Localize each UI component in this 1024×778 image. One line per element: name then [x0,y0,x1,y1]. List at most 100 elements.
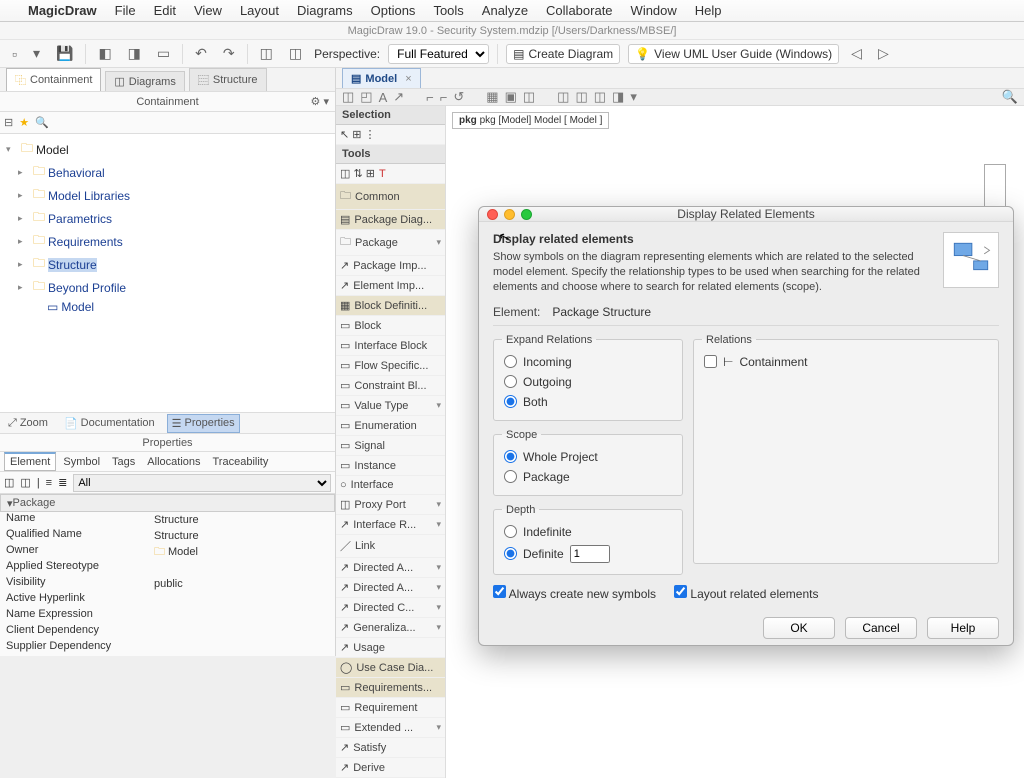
tab-documentation[interactable]: 📄Documentation [60,415,159,432]
palette-item[interactable]: ▭Enumeration [336,416,445,436]
prop-value[interactable] [150,608,335,624]
prop-value[interactable]: Structure [150,512,335,528]
prop-value[interactable]: public [150,576,335,592]
radio-outgoing[interactable]: Outgoing [502,372,674,392]
expand-icon[interactable]: ▸ [18,259,30,270]
palette-item[interactable]: ○Interface [336,476,445,495]
palette-item[interactable]: ▭Block [336,316,445,336]
radio-incoming[interactable]: Incoming [502,352,674,372]
palette-item[interactable]: ▭Flow Specific... [336,356,445,376]
palette-item[interactable]: ◯Use Case Dia... [336,658,445,678]
prop-tab-traceability[interactable]: Traceability [208,454,274,470]
palette-item[interactable]: ▭Requirement [336,698,445,718]
prop-value[interactable] [150,560,335,576]
app-name[interactable]: MagicDraw [28,3,97,18]
prop-icon[interactable]: | [37,477,40,489]
prop-tab-element[interactable]: Element [4,452,56,471]
prop-value[interactable] [150,592,335,608]
prop-icon[interactable]: ◫ [4,476,14,489]
tab-containment[interactable]: ⿻Containment [6,68,101,91]
prop-tab-allocations[interactable]: Allocations [142,454,205,470]
palette-item[interactable]: ↗Satisfy [336,738,445,758]
search-icon[interactable]: 🔍 [1002,89,1018,105]
palette-item[interactable]: ↗Directed A...▾ [336,558,445,578]
undo-icon[interactable]: ↶ [191,43,211,64]
dialog-titlebar[interactable]: Display Related Elements [479,207,1013,222]
prop-value[interactable]: Structure [150,528,335,544]
tool-icon[interactable]: ◫ [256,43,277,64]
expand-icon[interactable]: ▸ [18,236,30,247]
tool-icon[interactable]: ▣ [505,89,517,105]
redo-icon[interactable]: ↷ [219,43,239,64]
tool-icon[interactable]: ◫ [342,89,354,105]
palette-item[interactable]: ↗Directed A...▾ [336,578,445,598]
palette-item[interactable]: ▦Block Definiti... [336,296,445,316]
star-icon[interactable]: ★ [19,116,29,129]
perspective-select[interactable]: Full Featured [388,44,489,64]
tree-node-model[interactable]: Model [36,143,69,157]
tool-icon[interactable]: ▭ [153,43,174,64]
diagram-tab-model[interactable]: ▤Model× [342,68,421,88]
palette-item[interactable]: ▭Requirements... [336,678,445,698]
tool-icon[interactable]: ↗ [393,89,404,105]
menu-view[interactable]: View [194,3,222,18]
tool-icon[interactable]: ◫ [575,89,587,105]
menu-tools[interactable]: Tools [433,3,463,18]
cancel-button[interactable]: Cancel [845,617,917,639]
radio-package[interactable]: Package [502,467,674,487]
expand-icon[interactable]: ▸ [18,213,30,224]
chevron-down-icon[interactable]: ▾ [630,89,637,105]
tab-diagrams[interactable]: ◫Diagrams [105,71,184,91]
tree-node[interactable]: Model Libraries [48,189,130,203]
prop-tab-tags[interactable]: Tags [107,454,140,470]
palette-item[interactable]: ▤Package Diag... [336,210,445,230]
palette-item[interactable]: ▭Constraint Bl... [336,376,445,396]
radio-indefinite[interactable]: Indefinite [502,522,674,542]
expand-icon[interactable]: ▾ [6,144,18,155]
prop-value[interactable] [150,624,335,640]
nav-back-icon[interactable]: ◁ [847,43,866,64]
expand-icon[interactable]: ▸ [18,282,30,293]
expand-icon[interactable]: ▸ [18,190,30,201]
palette-item[interactable]: ◫ ⇅ ⊞ T [336,164,445,184]
prop-value[interactable] [150,640,335,656]
tool-icon[interactable]: ◰ [360,89,372,105]
tool-icon[interactable]: A [379,90,388,105]
save-icon[interactable]: 💾 [52,43,77,64]
radio-definite[interactable]: Definite [502,542,674,566]
tool-icon[interactable]: ◧ [94,43,115,64]
prop-icon[interactable]: ◫ [20,476,30,489]
help-button[interactable]: Help [927,617,999,639]
prop-filter-select[interactable]: All [73,474,331,492]
tree-node[interactable]: Requirements [48,235,123,249]
palette-item[interactable]: 🗀Package▾ [336,230,445,256]
palette-item[interactable]: ↗Directed C...▾ [336,598,445,618]
close-window-icon[interactable] [487,209,498,220]
view-guide-button[interactable]: 💡View UML User Guide (Windows) [628,44,839,64]
menu-file[interactable]: File [115,3,136,18]
prop-icon[interactable]: ≡ [46,477,52,489]
tree-node[interactable]: Model [61,300,94,314]
search-icon[interactable]: 🔍 [35,116,49,129]
palette-item[interactable]: ▭Extended ...▾ [336,718,445,738]
tool-icon[interactable]: ↺ [453,89,464,105]
palette-item[interactable]: ▭Value Type▾ [336,396,445,416]
palette-item[interactable]: ▭Signal [336,436,445,456]
palette-item[interactable]: ◫Proxy Port▾ [336,495,445,515]
tab-zoom[interactable]: ⤢Zoom [4,415,52,432]
prop-value[interactable]: 🗀Model [150,544,335,560]
palette-item[interactable]: ↗Interface R...▾ [336,515,445,535]
prop-tab-symbol[interactable]: Symbol [58,454,105,470]
close-icon[interactable]: × [401,73,411,85]
expand-icon[interactable]: ▸ [18,167,30,178]
palette-item[interactable]: ▭Instance [336,456,445,476]
prop-icon[interactable]: ≣ [58,476,67,489]
open-icon[interactable]: ▾ [29,43,44,64]
radio-both[interactable]: Both [502,392,674,412]
tool-icon[interactable]: ◫ [557,89,569,105]
new-icon[interactable]: ▫ [8,44,21,64]
containment-tree[interactable]: ▾🗀Model ▸🗀Behavioral ▸🗀Model Libraries ▸… [0,134,335,412]
tool-icon[interactable]: ▦ [486,89,498,105]
tree-node[interactable]: Beyond Profile [48,281,126,295]
tab-structure[interactable]: ⿳Structure [189,68,267,91]
